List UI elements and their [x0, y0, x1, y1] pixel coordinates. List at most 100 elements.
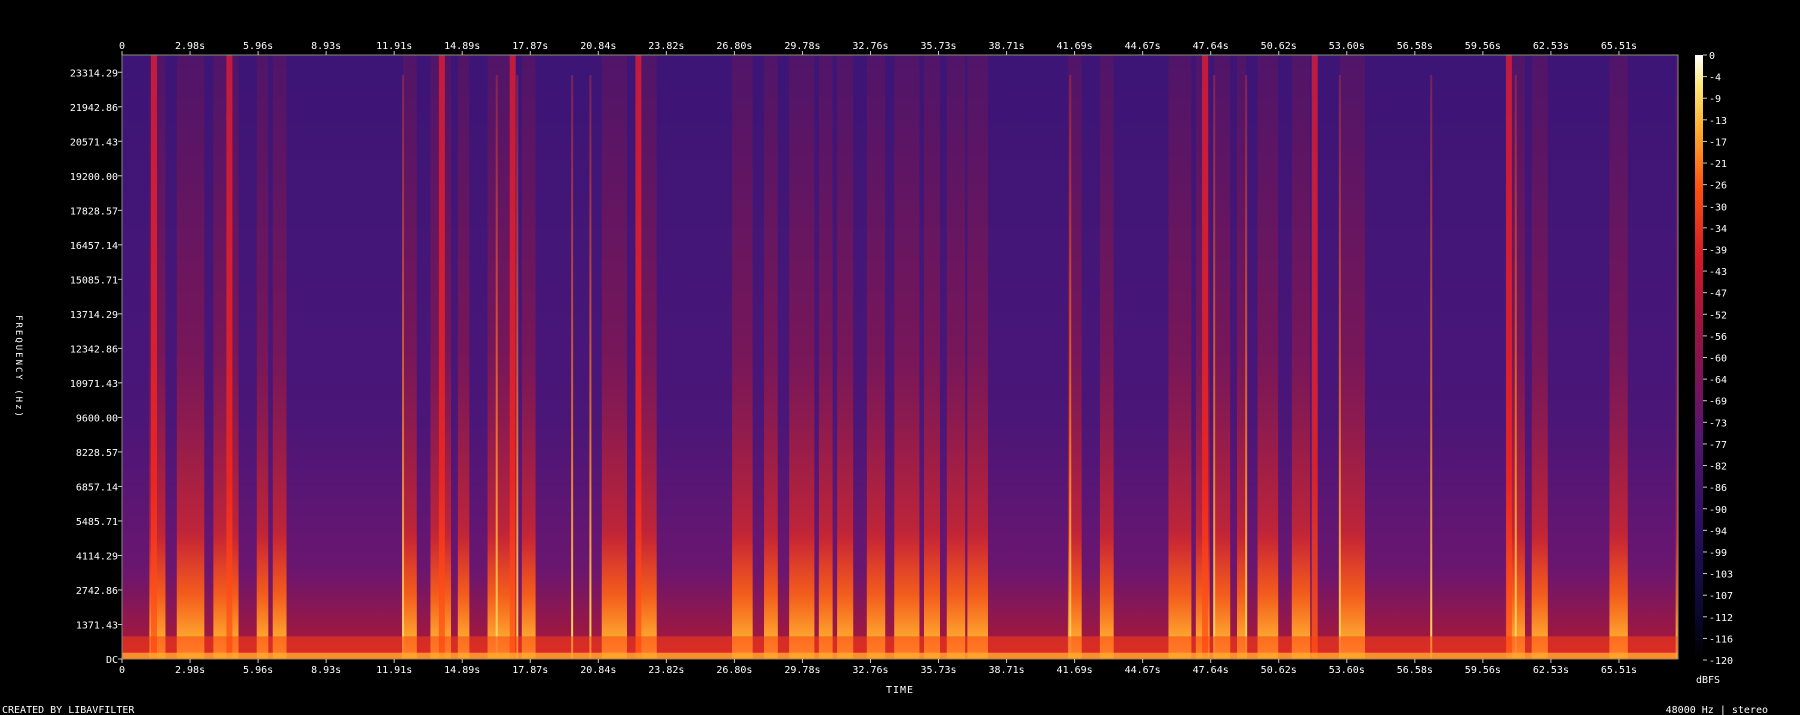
colorbar-tick-label: -73 — [1709, 418, 1727, 429]
x-tick-label-bottom: 0 — [119, 665, 125, 676]
x-tick-label-top: 5.96s — [243, 41, 273, 52]
x-tick-label-top: 8.93s — [311, 41, 341, 52]
transient-line — [1069, 75, 1072, 659]
x-tick-label-bottom: 62.53s — [1533, 665, 1569, 676]
x-tick-label-bottom: 50.62s — [1261, 665, 1297, 676]
y-tick-label: 15085.71 — [70, 275, 118, 286]
x-tick-label-top: 62.53s — [1533, 41, 1569, 52]
transient-line — [1245, 75, 1248, 659]
x-tick-label-top: 47.64s — [1193, 41, 1229, 52]
x-axis-top: 0 2.98s 5.96s 8.93s 11.91s 14.89s 17.87s 20.84s… — [119, 41, 1637, 55]
colorbar-tick-label: -39 — [1709, 245, 1727, 256]
loud-segment — [1767, 55, 1781, 659]
y-tick-label: 19200.00 — [70, 172, 118, 183]
colorbar-tick-label: -64 — [1709, 375, 1727, 386]
x-tick-label-top: 32.76s — [852, 41, 888, 52]
y-tick-label: 21942.86 — [70, 103, 118, 114]
colorbar-gradient — [1695, 55, 1703, 660]
x-tick-label-top: 17.87s — [512, 41, 548, 52]
transient-line — [571, 75, 574, 659]
strong-frame — [1202, 55, 1209, 659]
transient-line — [516, 75, 519, 659]
transient-line — [1430, 75, 1433, 659]
colorbar-tick-label: -34 — [1709, 224, 1727, 235]
x-tick-label-bottom: 2.98s — [175, 665, 205, 676]
colorbar-tick-label: -77 — [1709, 440, 1727, 451]
y-tick-label: 20571.43 — [70, 137, 118, 148]
x-axis-bottom: 0 2.98s 5.96s 8.93s 11.91s 14.89s 17.87s 20.84s… — [119, 659, 1637, 676]
x-tick-label-bottom: 14.89s — [444, 665, 480, 676]
colorbar-tick-label: -4 — [1709, 73, 1721, 84]
colorbar-tick-label: -26 — [1709, 181, 1727, 192]
y-tick-label: 2742.86 — [76, 586, 118, 597]
x-tick-label-top: 38.71s — [989, 41, 1025, 52]
x-tick-label-bottom: 38.71s — [989, 665, 1025, 676]
transient-line — [1338, 75, 1341, 659]
y-tick-label: 12342.86 — [70, 344, 118, 355]
strong-frame — [1505, 55, 1512, 659]
colorbar-tick-label: -60 — [1709, 354, 1727, 365]
colorbar-tick-label: -86 — [1709, 483, 1727, 494]
x-tick-label-top: 23.82s — [648, 41, 684, 52]
dc-band — [122, 652, 1678, 659]
colorbar-tick-label: -99 — [1709, 548, 1727, 559]
strong-frame — [438, 55, 445, 659]
x-tick-label-top: 41.69s — [1057, 41, 1093, 52]
x-tick-label-bottom: 11.91s — [376, 665, 412, 676]
y-tick-label: DC — [106, 655, 118, 666]
x-tick-label-bottom: 59.56s — [1465, 665, 1501, 676]
x-tick-label-top: 59.56s — [1465, 41, 1501, 52]
y-axis-label: FREQUENCY (Hz) — [13, 315, 23, 419]
colorbar-tick-label: -90 — [1709, 505, 1727, 516]
colorbar-tick-label: -112 — [1709, 613, 1733, 624]
x-tick-label-top: 50.62s — [1261, 41, 1297, 52]
y-tick-label: 4114.29 — [76, 551, 118, 562]
transient-line — [589, 75, 592, 659]
transient-line — [1514, 75, 1517, 659]
x-tick-label-bottom: 44.67s — [1125, 665, 1161, 676]
x-axis-label: TIME — [886, 685, 914, 696]
x-tick-label-top: 14.89s — [444, 41, 480, 52]
strong-frame — [226, 55, 233, 659]
colorbar-tick-label: -120 — [1709, 656, 1733, 667]
y-tick-label: 17828.57 — [70, 206, 118, 217]
colorbar-tick-label: -94 — [1709, 526, 1727, 537]
colorbar-tick-label: -30 — [1709, 202, 1727, 213]
loud-segment — [1790, 55, 1800, 659]
x-tick-label-bottom: 35.73s — [920, 665, 956, 676]
x-tick-label-top: 44.67s — [1125, 41, 1161, 52]
strong-frame — [509, 55, 516, 659]
x-tick-label-bottom: 47.64s — [1193, 665, 1229, 676]
y-tick-label: 10971.43 — [70, 379, 118, 390]
colorbar-tick-label: -47 — [1709, 289, 1727, 300]
x-tick-label-top: 0 — [119, 41, 125, 52]
y-tick-label: 16457.14 — [70, 241, 118, 252]
transient-line — [402, 75, 405, 659]
y-tick-label: 1371.43 — [76, 620, 118, 631]
colorbar-tick-label: -17 — [1709, 137, 1727, 148]
y-tick-label: 8228.57 — [76, 448, 118, 459]
x-tick-label-bottom: 65.51s — [1601, 665, 1637, 676]
x-tick-label-top: 29.78s — [784, 41, 820, 52]
x-tick-label-bottom: 29.78s — [784, 665, 820, 676]
spectrogram-chart: 0 2.98s 5.96s 8.93s 11.91s 14.89s 17.87s 20.84s… — [2, 41, 1800, 715]
x-tick-label-bottom: 17.87s — [512, 665, 548, 676]
transient-line — [1213, 75, 1216, 659]
colorbar-tick-label: -13 — [1709, 116, 1727, 127]
colorbar-label: dBFS — [1696, 675, 1720, 686]
x-tick-label-top: 65.51s — [1601, 41, 1637, 52]
colorbar-tick-label: -21 — [1709, 159, 1727, 170]
x-tick-label-top: 56.58s — [1397, 41, 1433, 52]
x-tick-label-top: 26.80s — [716, 41, 752, 52]
colorbar-tick-label: -9 — [1709, 94, 1721, 105]
colorbar-tick-label: -116 — [1709, 634, 1733, 645]
y-tick-label: 13714.29 — [70, 310, 118, 321]
x-tick-label-bottom: 32.76s — [852, 665, 888, 676]
colorbar-tick-label: 0 — [1709, 51, 1715, 62]
y-tick-label: 23314.29 — [70, 68, 118, 79]
low-frequency-energy — [1790, 528, 1800, 659]
x-tick-label-top: 20.84s — [580, 41, 616, 52]
colorbar: 0 -4 -9 -13 -17 -21 -26 -30 -34 -39 -43 -47 -52 -56 -6… — [1695, 51, 1733, 686]
x-tick-label-top: 11.91s — [376, 41, 412, 52]
strong-frame — [150, 55, 157, 659]
